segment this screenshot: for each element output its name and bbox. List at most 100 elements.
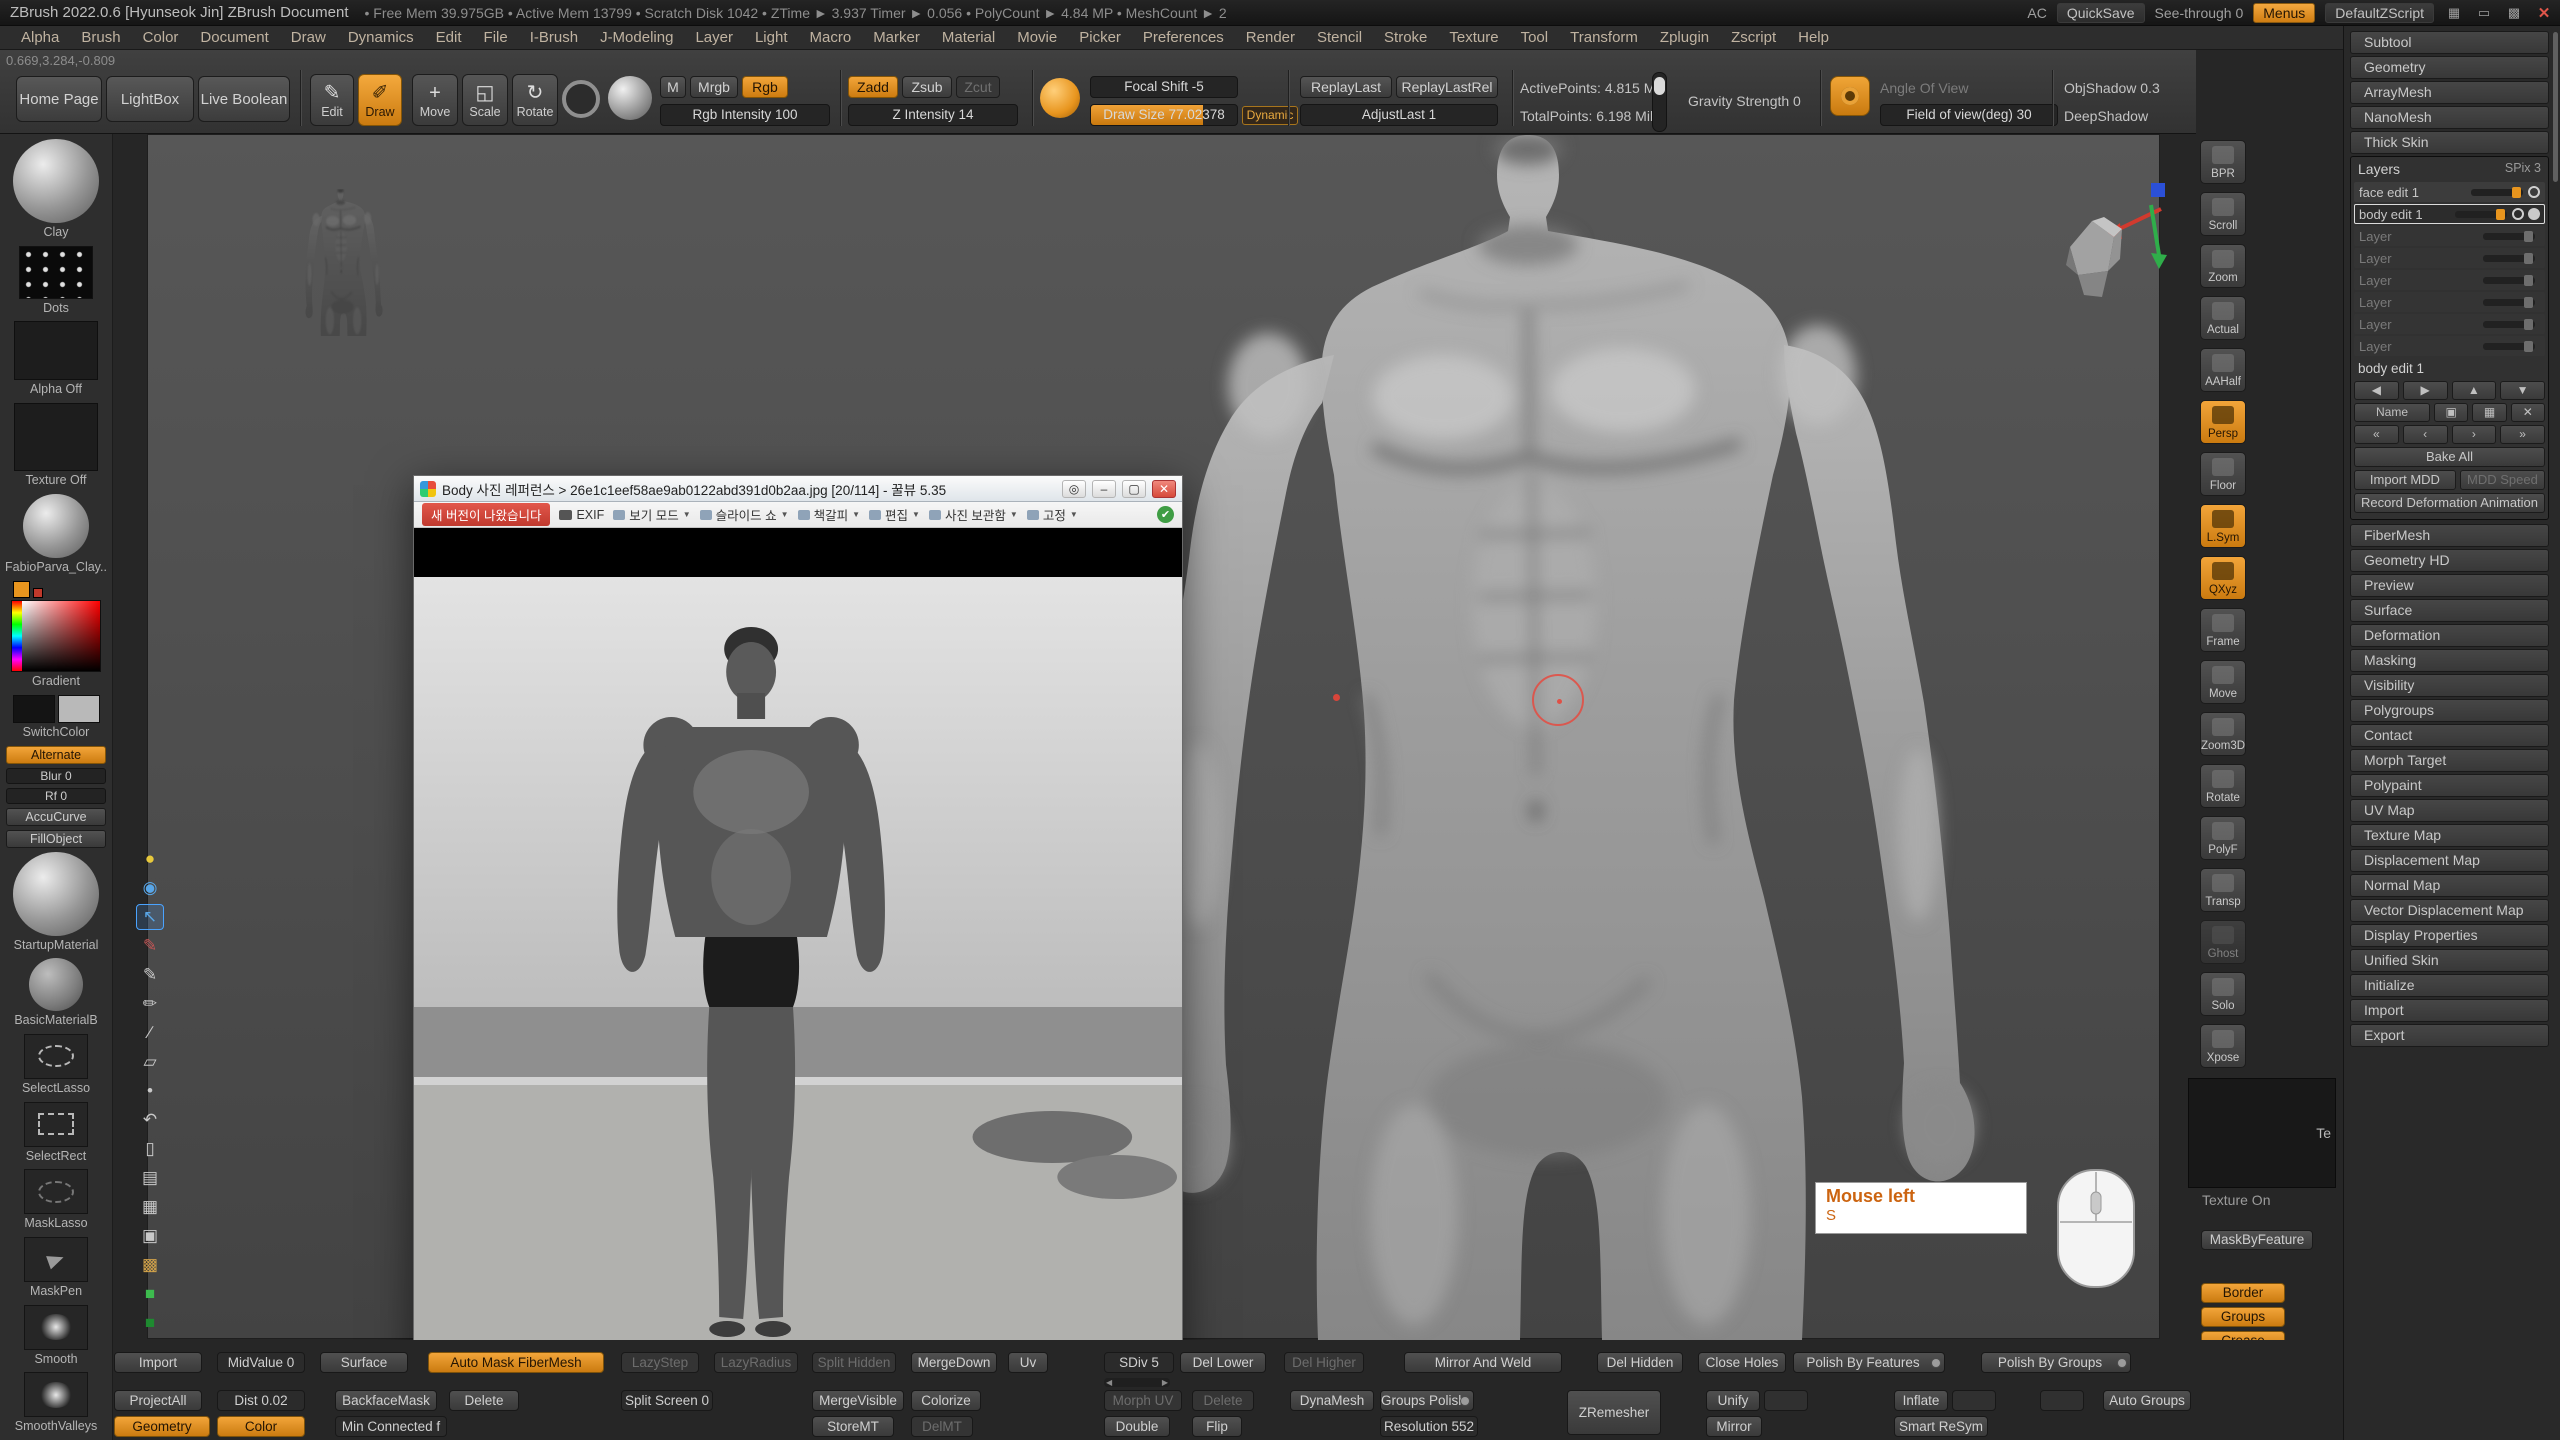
- bottom-button[interactable]: MergeVisible: [812, 1390, 904, 1411]
- layer-down-icon[interactable]: ▼: [2500, 381, 2545, 400]
- import-mdd-button[interactable]: Import MDD: [2354, 470, 2456, 490]
- tool-section-header[interactable]: Visibility: [2350, 674, 2549, 697]
- clipboard-icon[interactable]: ▣: [136, 1223, 164, 1249]
- step-forward-icon[interactable]: ›: [2452, 425, 2497, 444]
- layer-intensity-slider[interactable]: [2455, 211, 2507, 218]
- rgb-intensity-slider[interactable]: Rgb Intensity 100: [660, 104, 830, 126]
- tool-section-header[interactable]: Geometry HD: [2350, 549, 2549, 572]
- points-vertical-slider[interactable]: [1652, 72, 1667, 132]
- layer-intensity-slider[interactable]: [2471, 189, 2523, 196]
- ref-menu-item[interactable]: 편집 ▼: [869, 505, 920, 524]
- tool-section-header[interactable]: Preview: [2350, 574, 2549, 597]
- layer-intensity-slider[interactable]: [2483, 277, 2535, 284]
- mask-by-feature-button[interactable]: MaskByFeature: [2201, 1230, 2313, 1250]
- layer-up-icon[interactable]: ▲: [2452, 381, 2497, 400]
- eraser-icon[interactable]: ▱: [136, 1049, 164, 1075]
- m-mode-button[interactable]: M: [660, 76, 686, 98]
- step-back-icon[interactable]: ‹: [2403, 425, 2448, 444]
- z-intensity-slider[interactable]: Z Intensity 14: [848, 104, 1018, 126]
- adjust-last-slider[interactable]: AdjustLast 1: [1300, 104, 1498, 126]
- palette-icon[interactable]: ▩: [136, 1252, 164, 1278]
- fast-forward-icon[interactable]: »: [2500, 425, 2545, 444]
- bottom-button[interactable]: Delete: [449, 1390, 519, 1411]
- bottom-button[interactable]: Polish By Features: [1793, 1352, 1945, 1373]
- Layer[interactable]: Layer: [2354, 270, 2545, 290]
- menu-item[interactable]: Texture: [1438, 29, 1509, 46]
- right-shelf-button[interactable]: Xpose: [2200, 1024, 2246, 1068]
- bottom-button[interactable]: DynaMesh: [1290, 1390, 1374, 1411]
- zadd-button[interactable]: Zadd: [848, 76, 898, 98]
- tool-section-header[interactable]: Morph Target: [2350, 749, 2549, 772]
- bottom-button[interactable]: Mirror: [1706, 1416, 1762, 1437]
- saturation-value-square[interactable]: [22, 601, 100, 671]
- check-icon[interactable]: ✔: [1157, 506, 1174, 523]
- right-shelf-button[interactable]: Move: [2200, 660, 2246, 704]
- field-of-view-slider[interactable]: Field of view(deg) 30: [1880, 104, 2058, 126]
- pin-icon[interactable]: ◎: [1062, 480, 1086, 498]
- bottom-button[interactable]: Del Higher: [1284, 1352, 1364, 1373]
- right-shelf-button[interactable]: Actual: [2200, 296, 2246, 340]
- tool-section-header[interactable]: NanoMesh: [2350, 106, 2549, 129]
- right-shelf-button[interactable]: BPR: [2200, 140, 2246, 184]
- bottom-button[interactable]: Inflate: [1894, 1390, 1948, 1411]
- bottom-button[interactable]: LazyStep: [621, 1352, 699, 1373]
- menu-item[interactable]: Preferences: [1132, 29, 1235, 46]
- bottom-button[interactable]: MidValue 0: [217, 1352, 305, 1373]
- rewind-icon[interactable]: «: [2354, 425, 2399, 444]
- green-swatch-icon[interactable]: ■: [136, 1281, 164, 1307]
- cursor-icon[interactable]: ↖: [136, 904, 164, 930]
- lightbox-button[interactable]: LightBox: [106, 76, 194, 122]
- tool-section-header[interactable]: Polygroups: [2350, 699, 2549, 722]
- scale-button[interactable]: ◱ Scale: [462, 74, 508, 126]
- replay-last-button[interactable]: ReplayLast: [1300, 76, 1392, 98]
- printer-icon[interactable]: ▤: [136, 1165, 164, 1191]
- alternate-button[interactable]: Alternate: [6, 746, 106, 764]
- right-shelf-button[interactable]: Solo: [2200, 972, 2246, 1016]
- menu-item[interactable]: Zplugin: [1649, 29, 1720, 46]
- stroke-thumbnail-dots[interactable]: [19, 246, 93, 299]
- sculpt-model[interactable]: [1128, 135, 2173, 1340]
- bottom-button[interactable]: BackfaceMask: [335, 1390, 437, 1411]
- material-preview-icon[interactable]: [608, 76, 652, 120]
- right-shelf-button[interactable]: Floor: [2200, 452, 2246, 496]
- record-deformation-button[interactable]: Record Deformation Animation: [2354, 493, 2545, 513]
- layer-delete-icon[interactable]: ✕: [2511, 403, 2545, 422]
- mask-lasso-thumbnail[interactable]: [24, 1169, 88, 1214]
- document-thumbnail[interactable]: [303, 189, 401, 336]
- black-swatch[interactable]: [13, 695, 55, 723]
- window-close-icon[interactable]: ✕: [1152, 480, 1176, 498]
- sdiv-mini-slider[interactable]: ◀▶: [1104, 1378, 1170, 1387]
- tool-section-header[interactable]: FiberMesh: [2350, 524, 2549, 547]
- ref-menu-item[interactable]: 고정 ▼: [1027, 505, 1078, 524]
- layer-merge-icon[interactable]: ▦: [2472, 403, 2506, 422]
- reference-window-titlebar[interactable]: Body 사진 레퍼런스 > 26e1c1eef58ae9ab0122abd39…: [414, 476, 1182, 502]
- bottom-button[interactable]: Dist 0.02: [217, 1390, 305, 1411]
- rgb-mode-button[interactable]: Rgb: [742, 76, 788, 98]
- right-shelf-button[interactable]: Rotate: [2200, 764, 2246, 808]
- menu-item[interactable]: Movie: [1006, 29, 1068, 46]
- menu-item[interactable]: Color: [132, 29, 190, 46]
- bottom-button[interactable]: Auto Mask FiberMesh: [428, 1352, 604, 1373]
- pen-icon[interactable]: ✎: [136, 962, 164, 988]
- menu-item[interactable]: Stroke: [1373, 29, 1438, 46]
- bottom-button[interactable]: Close Holes: [1698, 1352, 1786, 1373]
- focal-shift-slider[interactable]: Focal Shift -5: [1090, 76, 1238, 98]
- Layer[interactable]: Layer: [2354, 336, 2545, 356]
- right-shelf-button[interactable]: Scroll: [2200, 192, 2246, 236]
- tool-section-header[interactable]: UV Map: [2350, 799, 2549, 822]
- draw-size-slider[interactable]: Draw Size 77.02378: [1090, 104, 1238, 126]
- marker-icon[interactable]: ✏: [136, 991, 164, 1017]
- minimize-icon[interactable]: –: [1092, 480, 1116, 498]
- undo-icon[interactable]: ↶: [136, 1107, 164, 1133]
- focal-brush-icon[interactable]: [1040, 78, 1080, 118]
- tool-section-header[interactable]: Initialize: [2350, 974, 2549, 997]
- bottom-button[interactable]: [1764, 1390, 1808, 1411]
- alpha-thumbnail[interactable]: [14, 321, 98, 380]
- ref-menu-item[interactable]: 슬라이드 쇼 ▼: [700, 505, 789, 524]
- menu-item[interactable]: Alpha: [10, 29, 70, 46]
- obj-shadow-slider[interactable]: ObjShadow 0.3: [2064, 80, 2160, 96]
- layer-visibility-icon[interactable]: [2528, 186, 2540, 198]
- image-icon[interactable]: ▦: [136, 1194, 164, 1220]
- bottom-button[interactable]: SDiv 5: [1104, 1352, 1174, 1373]
- document-canvas[interactable]: Body 사진 레퍼런스 > 26e1c1eef58ae9ab0122abd39…: [147, 134, 2160, 1339]
